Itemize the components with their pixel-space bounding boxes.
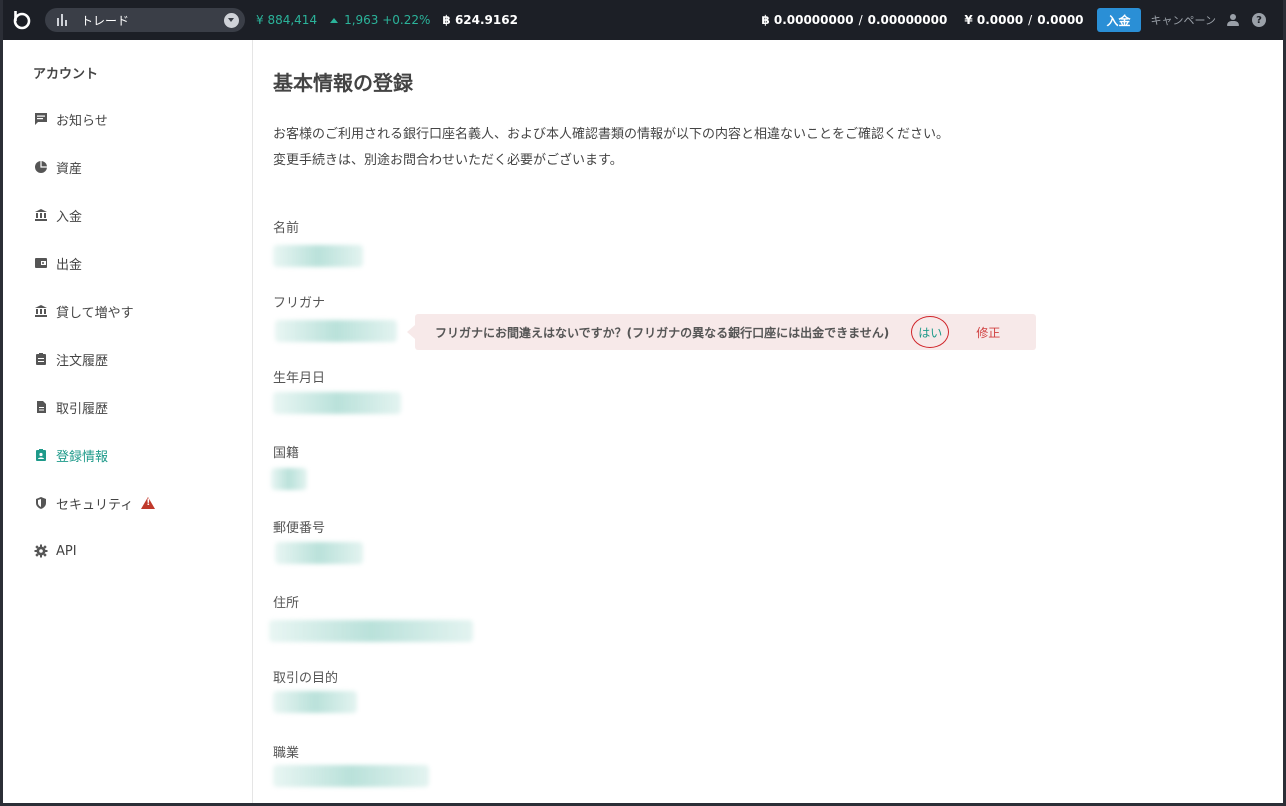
chevron-down-icon <box>224 12 239 28</box>
field-value-name <box>273 245 363 267</box>
btc-price-value: 624.9162 <box>454 13 518 27</box>
sidebar-item-withdraw[interactable]: 出金 <box>33 253 82 273</box>
btc-balance-value: 0.00000000 <box>773 13 854 27</box>
description-line: 変更手続きは、別途お問合わせいただく必要がございます。 <box>273 153 623 168</box>
jpy-balance-value-2: 0.0000 <box>1037 13 1084 27</box>
contact-card-icon <box>33 447 49 463</box>
sidebar-item-assets[interactable]: 資産 <box>33 157 82 177</box>
page-title: 基本情報の登録 <box>273 71 413 95</box>
logo-icon[interactable] <box>12 10 32 30</box>
field-label-postal-code: 郵便番号 <box>273 521 326 536</box>
bank-icon <box>33 303 49 319</box>
arrow-up-icon <box>330 17 339 23</box>
sidebar-item-label: 貸して増やす <box>56 305 134 321</box>
page-description: お客様のご利用される銀行口座名義人、および本人確認書類の情報が以下の内容と相違な… <box>273 122 949 174</box>
jpy-balance-value: 0.0000 <box>976 13 1024 27</box>
document-icon <box>33 399 49 415</box>
sidebar-item-order-history[interactable]: 注文履歴 <box>33 349 108 369</box>
sidebar-item-registration[interactable]: 登録情報 <box>33 445 108 465</box>
furigana-confirm-popover: フリガナにお間違えはないですか？(フリガナの異なる銀行口座には出金できません) … <box>407 314 1036 350</box>
sidebar-item-label: 入金 <box>56 209 83 225</box>
balance-separator: / <box>858 13 863 27</box>
field-label-furigana: フリガナ <box>273 296 326 311</box>
campaign-link[interactable]: キャンペーン <box>1151 12 1216 28</box>
price-change-value: 1,963 +0.22% <box>344 13 431 27</box>
description-line: お客様のご利用される銀行口座名義人、および本人確認書類の情報が以下の内容と相違な… <box>273 127 950 142</box>
sidebar-item-security[interactable]: セキュリティ <box>33 493 156 513</box>
sidebar-item-label: 出金 <box>56 257 83 273</box>
field-value-birthdate <box>273 392 401 414</box>
sidebar-item-api[interactable]: API <box>33 541 77 561</box>
price-change: 1,963 +0.22% <box>330 13 430 27</box>
field-label-purpose: 取引の目的 <box>273 671 339 686</box>
field-value-postal-code <box>275 542 363 564</box>
bank-icon <box>33 207 49 223</box>
field-value-occupation <box>273 765 429 787</box>
balance-separator: / <box>1028 13 1033 27</box>
sidebar: アカウント お知らせ 資産 入金 出金 貸して増やす 注文履歴 取引履歴 登録情… <box>3 40 253 803</box>
btc-price: ฿ 624.9162 <box>442 13 518 27</box>
edit-link[interactable]: 修正 <box>976 324 1000 341</box>
field-value-purpose <box>273 691 357 713</box>
sidebar-item-label: お知らせ <box>56 113 108 129</box>
top-bar: トレード ¥ 884,414 1,963 +0.22% ฿ 624.9162 ฿… <box>3 0 1283 40</box>
sidebar-title: アカウント <box>33 67 99 82</box>
bar-chart-icon <box>57 14 71 26</box>
sidebar-item-label: セキュリティ <box>56 497 134 513</box>
trade-selector-label: トレード <box>81 13 130 28</box>
jpy-price: ¥ 884,414 <box>256 13 318 27</box>
warning-icon <box>141 497 156 509</box>
btc-balance: ฿ 0.00000000/0.00000000 <box>761 13 948 27</box>
sidebar-item-trade-history[interactable]: 取引履歴 <box>33 397 108 417</box>
sidebar-item-label: 登録情報 <box>56 449 109 465</box>
gear-icon <box>33 543 49 559</box>
sidebar-item-label: 注文履歴 <box>56 353 109 369</box>
jpy-balance: ¥ 0.0000/0.0000 <box>964 13 1084 27</box>
sidebar-item-deposit[interactable]: 入金 <box>33 205 82 225</box>
deposit-button[interactable]: 入金 <box>1096 8 1141 32</box>
app-window: トレード ¥ 884,414 1,963 +0.22% ฿ 624.9162 ฿… <box>3 0 1283 803</box>
help-icon[interactable]: ? <box>1252 13 1266 27</box>
sidebar-item-label: 取引履歴 <box>56 401 109 417</box>
message-icon <box>33 111 49 127</box>
field-label-birthdate: 生年月日 <box>273 371 326 386</box>
wallet-icon <box>33 255 49 271</box>
sidebar-item-notifications[interactable]: お知らせ <box>33 109 108 129</box>
field-label-address: 住所 <box>273 596 300 611</box>
clipboard-icon <box>33 351 49 367</box>
pie-chart-icon <box>33 159 49 175</box>
field-label-nationality: 国籍 <box>273 446 300 461</box>
field-label-occupation: 職業 <box>273 746 300 761</box>
sidebar-item-label: 資産 <box>56 161 83 177</box>
field-value-furigana <box>275 320 397 342</box>
field-label-name: 名前 <box>273 221 300 236</box>
trade-selector[interactable]: トレード <box>45 8 245 32</box>
btc-balance-value-2: 0.00000000 <box>867 13 948 27</box>
field-value-address <box>269 620 473 642</box>
user-icon[interactable] <box>1226 13 1240 27</box>
sidebar-item-lending[interactable]: 貸して増やす <box>33 301 134 321</box>
sidebar-item-label: API <box>56 543 77 559</box>
shield-icon <box>33 495 49 511</box>
field-value-nationality <box>271 468 307 490</box>
confirm-yes-button[interactable]: はい <box>911 316 950 348</box>
confirm-message: フリガナにお間違えはないですか？(フリガナの異なる銀行口座には出金できません) <box>435 325 890 340</box>
